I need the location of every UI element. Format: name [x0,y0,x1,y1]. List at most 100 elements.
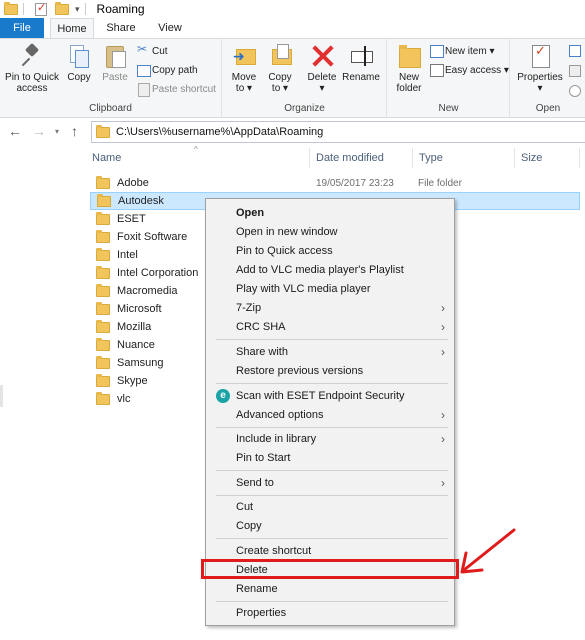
menu-item-share-with[interactable]: Share with › [207,343,453,361]
new-folder-label-2: folder [396,83,422,94]
new-item-label: New item ▾ [445,45,495,57]
new-folder-quick-icon[interactable] [55,1,69,15]
address-path: C:\Users\%username%\AppData\Roaming [116,126,324,138]
menu-item-create-shortcut[interactable]: Create shortcut [207,542,453,560]
column-size[interactable]: Size [521,152,542,164]
menu-item-pin-quick-access[interactable]: Pin to Quick access [207,242,453,260]
tab-file[interactable]: File [0,18,44,38]
move-to-icon [233,43,256,69]
menu-item-eset-scan[interactable]: e Scan with ESET Endpoint Security [207,387,453,405]
organize-group: Move to ▾ Copy to ▾ Delete ▾ Rename Orga… [223,39,387,117]
copy-path-label: Copy path [152,64,198,76]
menu-item-copy[interactable]: Copy [207,517,453,535]
menu-item-cut[interactable]: Cut [207,498,453,516]
pin-label-2: access [16,83,48,94]
address-bar[interactable]: C:\Users\%username%\AppData\Roaming [91,121,585,143]
tab-share[interactable]: Share [98,18,144,38]
folder-icon [96,211,110,225]
easy-access-label: Easy access ▾ [445,64,509,76]
ribbon-tabs: File Home Share View [0,18,585,39]
menu-item-open-new-window[interactable]: Open in new window [207,223,453,241]
cut-button[interactable]: Cut [137,42,168,59]
copy-to-icon [269,43,292,69]
copy-path-icon [137,64,151,77]
properties-button[interactable]: Properties ▾ [515,43,565,94]
folder-icon [96,265,110,279]
list-item[interactable]: Adobe 19/05/2017 23:23 File folder [90,174,580,192]
sort-ascending-icon: ^ [194,145,198,154]
tab-home[interactable]: Home [50,18,94,39]
quick-access-dropdown-icon[interactable]: ▾ [75,4,80,15]
pin-label: Pin to Quick [5,72,59,83]
submenu-arrow-icon: › [441,408,445,422]
menu-item-restore-previous[interactable]: Restore previous versions [207,362,453,380]
cut-label: Cut [152,45,168,57]
forward-arrow-icon[interactable]: → [32,123,46,139]
file-name: Adobe [117,177,149,189]
column-type[interactable]: Type [419,152,443,164]
menu-separator [216,601,448,602]
folder-icon [96,283,110,297]
edit-icon[interactable] [569,65,581,77]
menu-item-properties[interactable]: Properties [207,604,453,622]
copy-path-button[interactable]: Copy path [137,62,198,78]
paste-shortcut-button[interactable]: Paste shortcut [137,81,216,97]
move-label: Move [231,72,257,83]
column-headers: ^ Name Date modified Type Size [0,145,585,170]
paste-shortcut-label: Paste shortcut [152,83,216,95]
delete-label: Delete [307,72,337,83]
pin-icon [21,43,43,69]
menu-item-label: Advanced options [236,409,324,421]
menu-item-7zip[interactable]: 7-Zip › [207,299,453,317]
rename-button[interactable]: Rename [341,43,381,83]
open-icon[interactable] [569,45,581,57]
menu-separator [216,538,448,539]
submenu-arrow-icon: › [441,301,445,315]
folder-icon [96,373,110,387]
tab-view[interactable]: View [148,18,192,38]
copy-to-button[interactable]: Copy to ▾ [265,43,295,94]
divider [309,148,310,168]
new-item-icon [430,45,444,58]
copy-to-label: Copy [268,72,292,83]
back-arrow-icon[interactable]: ← [8,123,22,139]
submenu-arrow-icon: › [441,476,445,490]
delete-icon [311,43,333,69]
pin-quick-access-button[interactable]: Pin to Quick access [4,43,60,94]
menu-item-pin-start[interactable]: Pin to Start [207,449,453,467]
menu-item-label: 7-Zip [236,302,262,314]
history-icon[interactable] [569,85,581,97]
menu-item-include-library[interactable]: Include in library › [207,430,453,448]
folder-icon [96,124,110,138]
new-folder-button[interactable]: New folder [394,43,424,94]
column-name[interactable]: Name [92,152,121,164]
submenu-arrow-icon: › [441,320,445,334]
scissors-icon [137,42,149,57]
menu-item-send-to[interactable]: Send to › [207,474,453,492]
menu-item-vlc-play[interactable]: Play with VLC media player [207,280,453,298]
new-item-button[interactable]: New item ▾ [430,43,494,59]
open-group-label: Open [535,103,561,114]
column-date-modified[interactable]: Date modified [316,152,384,164]
paste-button[interactable]: Paste [100,43,130,83]
move-to-button[interactable]: Move to ▾ [229,43,259,94]
menu-item-rename[interactable]: Rename [207,580,453,598]
recent-dropdown-icon[interactable]: ▾ [55,127,59,136]
up-arrow-icon[interactable]: ↑ [71,123,78,139]
copy-icon [68,43,90,69]
copy-button[interactable]: Copy [64,43,94,83]
folder-icon [96,247,110,261]
menu-item-vlc-playlist[interactable]: Add to VLC media player's Playlist [207,261,453,279]
rename-icon [350,43,373,69]
folder-icon [96,175,110,189]
delete-button[interactable]: Delete ▾ [305,43,339,94]
navigation-pane-edge [0,385,3,407]
menu-item-label: Send to [236,477,274,489]
easy-access-button[interactable]: Easy access ▾ [430,62,509,78]
highlight-box [201,559,459,579]
menu-item-open[interactable]: Open [207,204,453,222]
menu-item-advanced-options[interactable]: Advanced options › [207,406,453,424]
rename-label: Rename [342,72,380,83]
menu-item-crc-sha[interactable]: CRC SHA › [207,318,453,336]
properties-quick-icon[interactable] [35,1,47,16]
